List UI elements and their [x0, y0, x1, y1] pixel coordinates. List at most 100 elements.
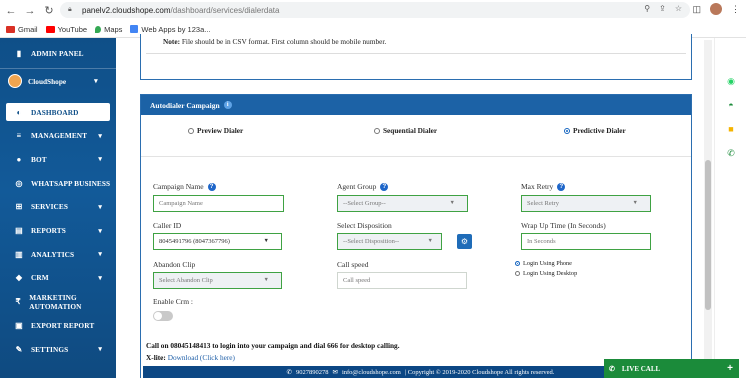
live-call-widget[interactable]: ✆ LIVE CALL +: [604, 359, 739, 378]
panel-header: Autodialer Campaign i: [141, 95, 691, 115]
profile-avatar[interactable]: [710, 3, 722, 15]
xlite-download-link[interactable]: Download (Click here): [168, 353, 235, 362]
bookmark-label: Maps: [104, 24, 123, 34]
bookmark-maps[interactable]: Maps: [95, 25, 122, 34]
disposition-settings-button[interactable]: ⚙: [457, 234, 472, 249]
maps-icon: [95, 25, 102, 33]
rupee-icon: ₹: [15, 297, 21, 307]
caret-down-icon: ▼: [263, 238, 269, 244]
upload-card: Note: File should be in CSV format. Firs…: [140, 34, 692, 80]
bookmark-webapps[interactable]: Web Apps by 123a...: [130, 25, 211, 34]
sidebar-user[interactable]: CloudShope ▾: [8, 74, 98, 88]
sidebar-item-services[interactable]: ⊞ SERVICES ▾: [0, 198, 116, 216]
footer-copyright: | Copyright © 2019-2020 Cloudshope All r…: [404, 368, 555, 376]
robot-icon: ●: [16, 154, 22, 164]
enable-crm-toggle[interactable]: [153, 311, 173, 321]
abandon-clip-label: Abandon Clip: [153, 260, 196, 269]
sidebar-item-label: DASHBOARD: [31, 107, 79, 117]
sidebar-item-bot[interactable]: ● BOT ▾: [0, 150, 116, 168]
phone-icon[interactable]: ✆: [726, 148, 736, 158]
scrollbar[interactable]: [704, 40, 712, 366]
radio-sequential-dialer[interactable]: Sequential Dialer: [374, 126, 437, 135]
note-icon[interactable]: ■: [726, 124, 736, 134]
footer-email: info@cloudshope.com: [341, 368, 401, 376]
android-icon[interactable]: ◓: [726, 100, 736, 110]
chevron-down-icon: ▾: [98, 226, 102, 235]
report-icon: ▤: [15, 226, 23, 235]
sidebar-item-label: WHATSAPP BUSINESS: [31, 178, 111, 188]
caret-down-icon: ▼: [632, 200, 638, 206]
sidebar-item-management[interactable]: ≡ MANAGEMENT ▾: [0, 127, 116, 145]
sidebar-item-marketing-automation[interactable]: ₹ MARKETING AUTOMATION: [0, 293, 116, 311]
disposition-select[interactable]: --Select Disposition-- ▼: [337, 233, 442, 250]
radio-label: Sequential Dialer: [383, 126, 438, 135]
lock-icon: 🔒︎: [68, 6, 72, 13]
sidebar-item-analytics[interactable]: ▥ ANALYTICS ▾: [0, 245, 116, 263]
sidebar-item-whatsapp-business[interactable]: ◎ WHATSAPP BUSINESS: [0, 174, 116, 192]
sidebar-item-settings[interactable]: ✎ SETTINGS ▾: [0, 340, 116, 358]
reload-icon[interactable]: ↻: [41, 3, 57, 19]
placeholder: In Seconds: [527, 238, 556, 245]
radio-login-desktop[interactable]: Login Using Desktop: [515, 270, 577, 277]
divider: [141, 156, 691, 157]
sidebar-item-reports[interactable]: ▤ REPORTS ▾: [0, 222, 116, 240]
radio-preview-dialer[interactable]: Preview Dialer: [188, 126, 243, 135]
help-icon[interactable]: ?: [557, 182, 566, 191]
caller-id-select[interactable]: 8045491796 (8047367796) ▼: [153, 233, 282, 250]
bar-chart-icon: ▮: [16, 48, 22, 58]
browser-toolbar: ← → ↻ 🔒︎ panelv2.cloudshope.com/dashboar…: [0, 0, 746, 21]
agent-group-select[interactable]: --Select Group-- ▼: [337, 195, 468, 212]
sidebar-panel-icon[interactable]: ◫: [692, 4, 701, 15]
radio-predictive-dialer[interactable]: Predictive Dialer: [564, 126, 626, 135]
max-retry-label: Max Retry?: [521, 182, 566, 191]
campaign-name-label: Campaign Name?: [153, 182, 216, 191]
footer-phone: 9027890278: [296, 368, 329, 376]
menu-dots-icon[interactable]: ⋮: [731, 4, 740, 15]
wrap-up-time-label: Wrap Up Time (In Seconds): [521, 221, 606, 230]
max-retry-select[interactable]: Select Retry ▼: [521, 195, 651, 212]
sidebar-header-label: ADMIN PANEL: [31, 48, 84, 58]
campaign-name-input[interactable]: Campaign Name: [153, 195, 284, 212]
star-icon[interactable]: ☆: [675, 4, 682, 13]
info-icon[interactable]: i: [223, 101, 232, 109]
share-icon[interactable]: ⇪: [659, 4, 666, 13]
radio-label: Login Using Phone: [523, 260, 572, 267]
plus-icon[interactable]: +: [727, 363, 733, 374]
admin-panel-header: ▮ ADMIN PANEL: [0, 44, 116, 62]
chevron-down-icon: ▾: [94, 77, 98, 85]
agent-group-label: Agent Group?: [337, 182, 389, 191]
search-icon[interactable]: ⚲: [644, 4, 650, 13]
call-speed-label: Call speed: [337, 260, 369, 269]
abandon-clip-select[interactable]: Select Abandon Clip ▼: [153, 272, 282, 289]
whatsapp-icon[interactable]: ◉: [726, 76, 736, 86]
caller-id-label: Caller ID: [153, 221, 182, 230]
address-bar[interactable]: 🔒︎ panelv2.cloudshope.com/dashboard/serv…: [60, 2, 690, 18]
sidebar: ▮ ADMIN PANEL CloudShope ▾ ◐ DASHBOARD ≡ MA…: [0, 38, 116, 378]
radio-login-phone[interactable]: Login Using Phone: [515, 260, 572, 267]
scrollbar-thumb[interactable]: [705, 160, 711, 310]
note-text: Note: File should be in CSV format. Firs…: [163, 37, 387, 46]
right-rail: ◉ ◓ ■ ✆: [714, 38, 746, 378]
back-arrow-icon[interactable]: ←: [3, 3, 19, 19]
list-icon: ≡: [16, 131, 22, 141]
help-icon[interactable]: ?: [380, 182, 389, 191]
sidebar-item-label: MANAGEMENT: [31, 131, 88, 141]
gmail-icon: [6, 25, 15, 33]
analytics-icon: ▥: [15, 249, 23, 259]
sidebar-item-crm[interactable]: ◆ CRM ▾: [0, 269, 116, 287]
caret-down-icon: ▼: [449, 200, 455, 206]
call-speed-input[interactable]: Call speed: [337, 272, 467, 289]
select-value: --Select Group--: [343, 200, 386, 207]
forward-arrow-icon[interactable]: →: [22, 3, 38, 19]
sidebar-item-dashboard[interactable]: ◐ DASHBOARD: [6, 103, 110, 121]
help-icon[interactable]: ?: [207, 182, 216, 191]
bookmark-gmail[interactable]: Gmail: [6, 25, 38, 34]
bookmark-youtube[interactable]: YouTube: [45, 25, 87, 34]
autodialer-campaign-panel: Autodialer Campaign i Preview Dialer Seq…: [140, 94, 692, 378]
radio-dot: [515, 271, 520, 276]
wrap-up-time-input[interactable]: In Seconds: [521, 233, 651, 250]
chevron-down-icon: ▾: [98, 202, 102, 211]
sidebar-item-export-report[interactable]: ▣ EXPORT REPORT: [0, 316, 116, 334]
youtube-icon: [45, 25, 55, 33]
radio-label: Preview Dialer: [197, 126, 244, 135]
